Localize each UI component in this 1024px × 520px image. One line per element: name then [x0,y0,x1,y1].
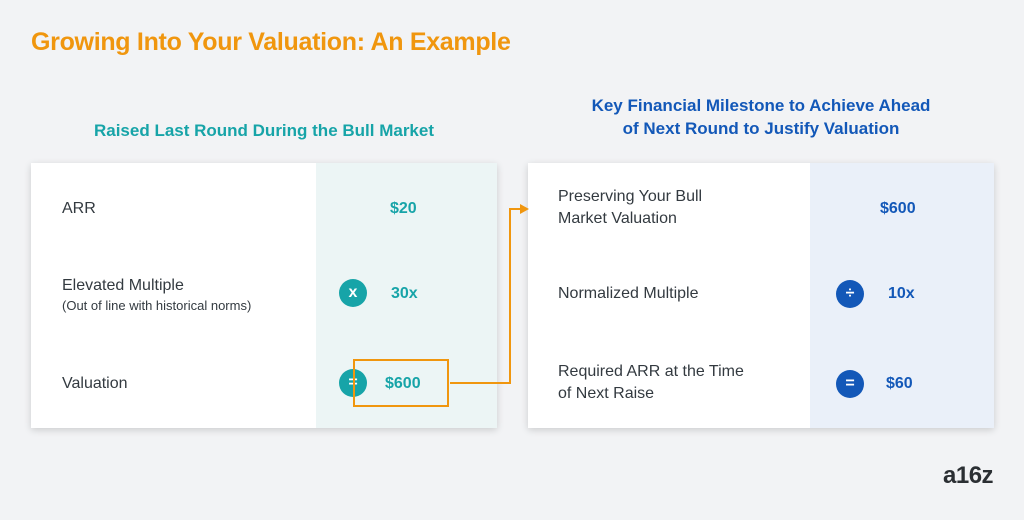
connector-line [450,208,522,384]
a16z-logo: a16z [943,462,994,489]
arrowhead-icon [520,204,529,214]
valuation-connector-arrow [450,204,529,384]
